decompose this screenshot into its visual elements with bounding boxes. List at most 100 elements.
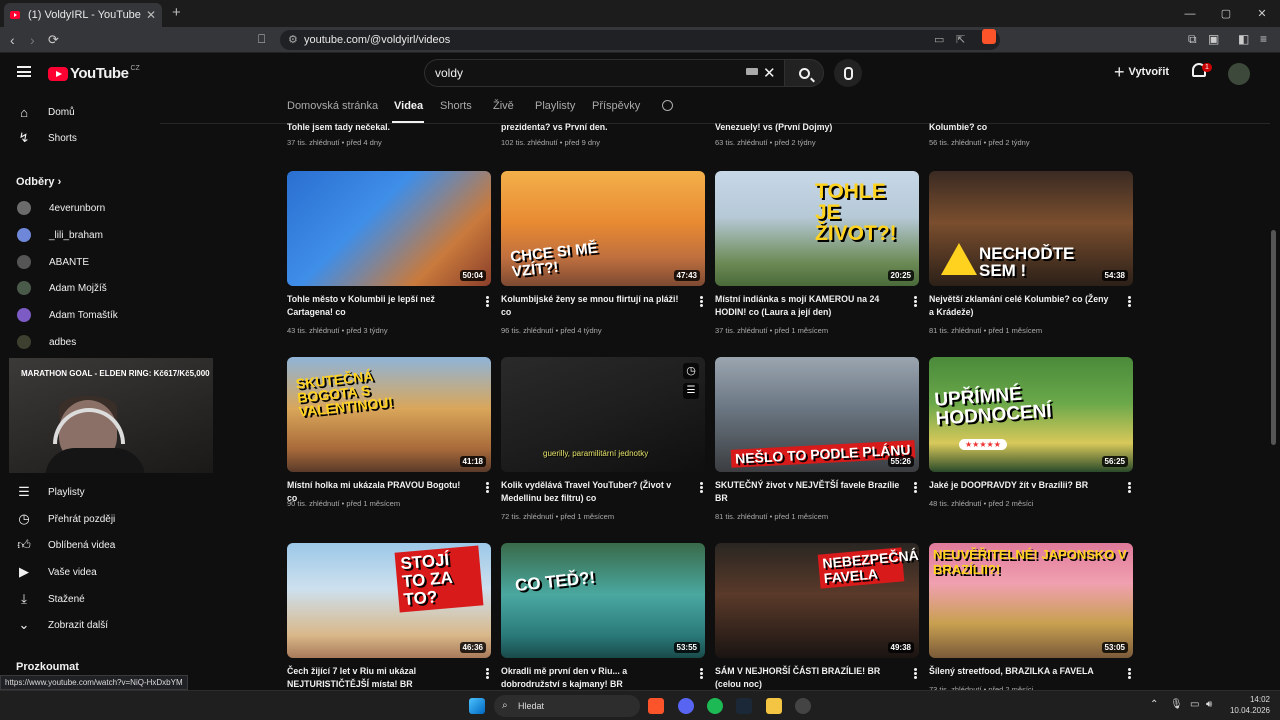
sidebar-item-downloads[interactable]: ⤓ Stažené: [16, 589, 85, 609]
video-card[interactable]: CHCE SI MĚ VZÍT?! 47:43 Kolumbijské ženy…: [501, 171, 705, 335]
create-button[interactable]: + Vytvořit: [1114, 60, 1169, 84]
more-options-icon[interactable]: [914, 668, 917, 679]
system-clock[interactable]: 14:02 10.04.2026: [1226, 694, 1270, 716]
close-window-button[interactable]: ✕: [1244, 0, 1280, 27]
video-title[interactable]: prezidenta? vs První den.: [501, 121, 687, 134]
video-title[interactable]: Šílený streetfood, BRAZILKA a FAVELA: [929, 665, 1115, 678]
maximize-button[interactable]: ▢: [1208, 0, 1244, 27]
subscriptions-header[interactable]: Odběry ›: [16, 176, 61, 188]
video-thumbnail[interactable]: NEŠLO TO PODLE PLÁNU 55:26: [715, 357, 919, 472]
display-icon[interactable]: ▭: [1190, 699, 1199, 710]
tab-playlists[interactable]: Playlisty: [535, 100, 575, 112]
sidebar-item-your-videos[interactable]: ▶ Vaše videa: [16, 562, 97, 582]
brave-browser-icon[interactable]: [648, 698, 664, 714]
sidebar-item-playlists[interactable]: ☰ Playlisty: [16, 482, 85, 502]
video-thumbnail[interactable]: UPŘÍMNÉ HODNOCENÍ ★★★★★ 56:25: [929, 357, 1133, 472]
video-title[interactable]: SÁM V NEJHORŠÍ ČÁSTI BRAZÍLIE! BR (celou…: [715, 665, 901, 691]
clear-search-icon[interactable]: ✕: [763, 64, 776, 82]
settings-icon[interactable]: [795, 698, 811, 714]
more-options-icon[interactable]: [486, 668, 489, 679]
video-card[interactable]: 50:04 Tohle město v Kolumbii je lepší ne…: [287, 171, 491, 335]
youtube-logo[interactable]: YouTube CZ: [48, 65, 140, 82]
sidebar-item-liked[interactable]: 👍︎ Oblíbená videa: [16, 535, 115, 555]
video-title[interactable]: Místní indiánka s mojí KAMEROU na 24 HOD…: [715, 293, 901, 319]
video-title[interactable]: Jaké je DOOPRAVDY žít v Brazílii? BR: [929, 479, 1115, 492]
share-icon[interactable]: ⇱: [956, 33, 965, 46]
microphone-icon[interactable]: 🎙︎: [1170, 699, 1183, 710]
search-input[interactable]: voldy: [424, 59, 784, 87]
sidebar-item-shorts[interactable]: ↯ Shorts: [16, 128, 77, 148]
avatar[interactable]: [1228, 63, 1250, 85]
sidebar-sub-item[interactable]: 4everunborn: [16, 198, 105, 218]
sidebar-toggle-icon[interactable]: ◧: [1238, 32, 1249, 46]
browser-tab[interactable]: (1) VoldyIRL - YouTube ✕: [4, 3, 162, 27]
video-thumbnail[interactable]: NEBEZPEČNÁ FAVELA 49:38: [715, 543, 919, 658]
start-icon[interactable]: [469, 698, 485, 714]
brave-shields-icon[interactable]: [982, 29, 996, 44]
sidebar-sub-item[interactable]: Adam Tomaštík: [16, 305, 118, 325]
video-card[interactable]: CO TEĎ?! 53:55 Okradli mě první den v Ri…: [501, 543, 705, 689]
menu-icon[interactable]: ≡: [1260, 32, 1267, 46]
more-options-icon[interactable]: [700, 668, 703, 679]
video-card[interactable]: ◷ ☰ guerilly, paramilitární jednotky Kol…: [501, 357, 705, 521]
tab-home[interactable]: Domovská stránka: [287, 100, 378, 112]
back-icon[interactable]: ‹: [10, 32, 15, 48]
more-options-icon[interactable]: [486, 296, 489, 307]
sidebar-item-watch-later[interactable]: ◷ Přehrát později: [16, 509, 115, 529]
bookmark-icon[interactable]: ⎕: [258, 32, 265, 47]
new-tab-button[interactable]: +: [172, 4, 181, 21]
sidebar-item-show-more[interactable]: ⌄ Zobrazit další: [16, 615, 108, 635]
more-options-icon[interactable]: [700, 296, 703, 307]
channel-search-icon[interactable]: [662, 100, 673, 111]
sidebar-sub-item[interactable]: Adam Mojžíš: [16, 278, 107, 298]
more-options-icon[interactable]: [1128, 482, 1131, 493]
sidebar-sub-item[interactable]: ABANTE: [16, 252, 89, 272]
video-title[interactable]: Kolik vydělává Travel YouTuber? (Život v…: [501, 479, 687, 505]
sidebar-item-home[interactable]: ⌂ Domů: [16, 102, 75, 122]
video-title[interactable]: Kolumbie? co: [929, 121, 1115, 134]
search-button[interactable]: [784, 59, 824, 87]
more-options-icon[interactable]: [1128, 296, 1131, 307]
hamburger-menu-icon[interactable]: [17, 66, 31, 77]
video-thumbnail[interactable]: ◷ ☰ guerilly, paramilitární jednotky: [501, 357, 705, 472]
more-options-icon[interactable]: [914, 296, 917, 307]
sidebar-sub-item[interactable]: _lili_braham: [16, 225, 103, 245]
sidebar-sub-item[interactable]: adbes: [16, 332, 76, 352]
video-title[interactable]: Tohle město v Kolumbii je lepší než Cart…: [287, 293, 473, 319]
wallet-icon[interactable]: ▣: [1208, 32, 1219, 46]
minimize-button[interactable]: —: [1172, 0, 1208, 27]
tab-live[interactable]: Živě: [493, 100, 514, 112]
taskbar-search[interactable]: ⌕ Hledat: [494, 695, 640, 717]
reload-icon[interactable]: ⟳: [48, 32, 59, 48]
video-thumbnail[interactable]: NEUVĚŘITELNÉ! JAPONSKO V BRAZÍLII?! 53:0…: [929, 543, 1133, 658]
tray-chevron-icon[interactable]: ⌃: [1150, 699, 1158, 710]
voice-search-icon[interactable]: [834, 59, 862, 87]
more-options-icon[interactable]: [486, 482, 489, 493]
tab-shorts[interactable]: Shorts: [440, 100, 472, 112]
extensions-icon[interactable]: ⧉: [1188, 32, 1197, 47]
video-card[interactable]: NECHOĎTE SEM ! 54:38 Největší zklamání c…: [929, 171, 1133, 335]
video-card[interactable]: SKUTEČNÁ BOGOTA S VALENTINOU! 41:18 Míst…: [287, 357, 491, 508]
video-card[interactable]: TOHLE JE ŽIVOT?! 20:25 Místní indiánka s…: [715, 171, 919, 335]
video-title[interactable]: SKUTEČNÝ život v NEJVĚTŠÍ favele Brazíli…: [715, 479, 901, 505]
more-options-icon[interactable]: [700, 482, 703, 493]
video-thumbnail[interactable]: SKUTEČNÁ BOGOTA S VALENTINOU! 41:18: [287, 357, 491, 472]
more-options-icon[interactable]: [914, 482, 917, 493]
video-thumbnail[interactable]: STOJÍ TO ZA TO? 46:36: [287, 543, 491, 658]
video-title[interactable]: Tohle jsem tady nečekal.: [287, 121, 473, 134]
picture-in-picture-stream[interactable]: MARATHON GOAL - ELDEN RING: Kč617/Kč5,00…: [9, 358, 213, 473]
video-title[interactable]: Největší zklamání celé Kolumbie? co (Žen…: [929, 293, 1115, 319]
video-title[interactable]: Kolumbijské ženy se mnou flirtují na plá…: [501, 293, 687, 319]
tab-posts[interactable]: Příspěvky: [592, 100, 640, 112]
spotify-icon[interactable]: [707, 698, 723, 714]
keyboard-icon[interactable]: [746, 68, 758, 75]
video-thumbnail[interactable]: NECHOĎTE SEM ! 54:38: [929, 171, 1133, 286]
video-thumbnail[interactable]: TOHLE JE ŽIVOT?! 20:25: [715, 171, 919, 286]
address-bar[interactable]: ⚙ youtube.com/@voldyirl/videos ▭ ⇱: [280, 30, 1000, 50]
discord-icon[interactable]: [678, 698, 694, 714]
cast-icon[interactable]: ▭: [934, 33, 944, 46]
video-thumbnail[interactable]: CO TEĎ?! 53:55: [501, 543, 705, 658]
video-title[interactable]: Čech žijící 7 let v Riu mi ukázal NEJTUR…: [287, 665, 473, 691]
video-card[interactable]: NEBEZPEČNÁ FAVELA 49:38 SÁM V NEJHORŠÍ Č…: [715, 543, 919, 689]
watch-later-icon[interactable]: ◷: [683, 363, 699, 379]
